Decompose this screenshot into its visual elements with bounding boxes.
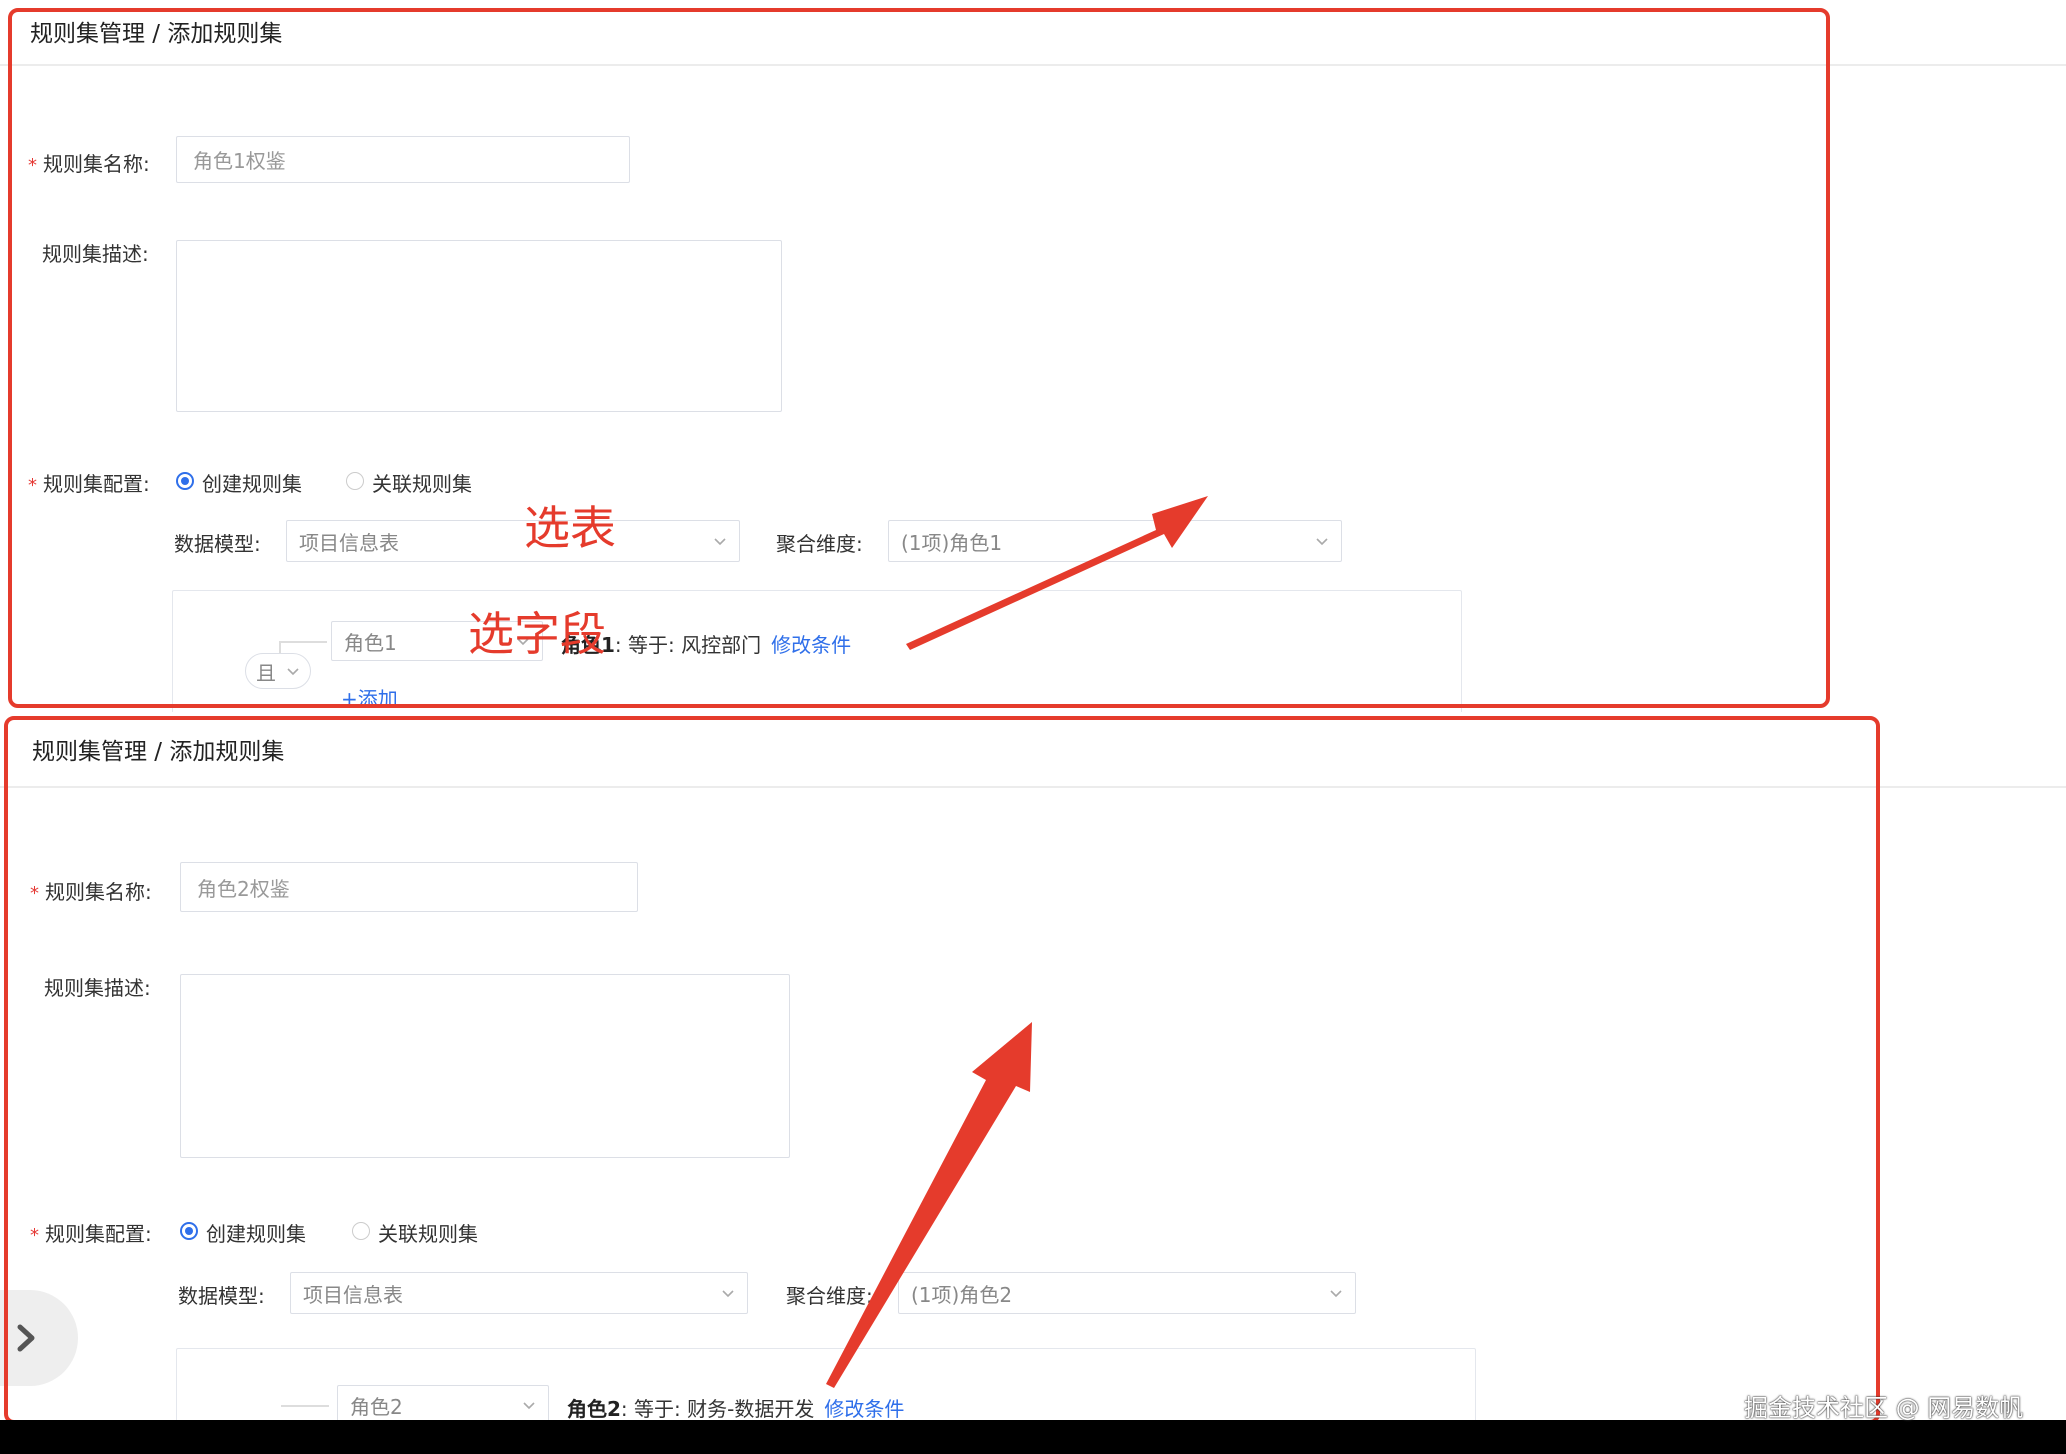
annotation-arrows — [826, 496, 1208, 1388]
footer-bar — [0, 1420, 2066, 1454]
arrow-2-icon — [826, 1022, 1032, 1388]
arrow-1-icon — [906, 496, 1208, 650]
watermark: 掘金技术社区 @ 网易数帆 — [1744, 1394, 2024, 1422]
